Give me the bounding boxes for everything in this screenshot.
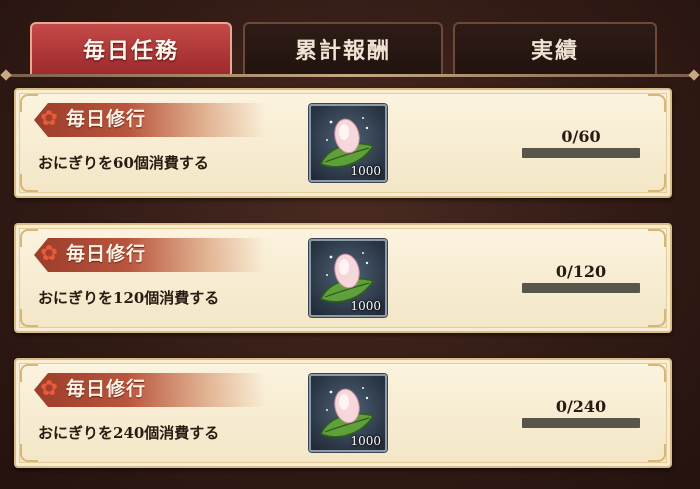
reward-item-slot[interactable]: 1000	[309, 239, 387, 317]
mission-card: ✿ 毎日修行 おにぎりを240個消費する 1000 0/240	[14, 358, 672, 468]
flower-icon: ✿	[40, 241, 58, 265]
flower-icon: ✿	[40, 106, 58, 130]
tab-achievements[interactable]: 実績	[453, 22, 657, 74]
mission-description: おにぎりを240個消費する	[38, 424, 220, 442]
mission-category-title: 毎日修行	[66, 243, 147, 265]
mission-description: おにぎりを120個消費する	[38, 289, 220, 307]
corner-ornament	[648, 364, 666, 382]
corner-ornament	[648, 174, 666, 192]
progress-bar	[522, 418, 640, 428]
progress-text: 0/120	[555, 262, 607, 281]
tab-cumulative-rewards[interactable]: 累計報酬	[243, 22, 443, 74]
mission-card: ✿ 毎日修行 おにぎりを120個消費する 1000 0/120	[14, 223, 672, 333]
mission-card: ✿ 毎日修行 おにぎりを60個消費する 1000 0/60	[14, 88, 672, 198]
reward-quantity: 1000	[350, 164, 381, 178]
corner-ornament	[20, 364, 38, 382]
reward-item-slot[interactable]: 1000	[309, 374, 387, 452]
corner-ornament	[648, 229, 666, 247]
reward-quantity: 1000	[350, 434, 381, 448]
corner-ornament	[20, 94, 38, 112]
mission-description: おにぎりを60個消費する	[38, 154, 209, 172]
corner-ornament	[20, 229, 38, 247]
corner-ornament	[648, 444, 666, 462]
progress-text: 0/240	[555, 397, 607, 416]
progress-text: 0/60	[561, 127, 601, 146]
tab-divider	[6, 74, 694, 77]
tab-daily-missions[interactable]: 毎日任務	[30, 22, 232, 74]
reward-quantity: 1000	[350, 299, 381, 313]
mission-category-title: 毎日修行	[66, 378, 147, 400]
progress-bar	[522, 283, 640, 293]
mission-category-title: 毎日修行	[66, 108, 147, 130]
corner-ornament	[648, 94, 666, 112]
corner-ornament	[20, 309, 38, 327]
corner-ornament	[20, 444, 38, 462]
flower-icon: ✿	[40, 376, 58, 400]
progress-bar	[522, 148, 640, 158]
reward-item-slot[interactable]: 1000	[309, 104, 387, 182]
corner-ornament	[20, 174, 38, 192]
corner-ornament	[648, 309, 666, 327]
tab-bar: 毎日任務 累計報酬 実績	[0, 0, 700, 80]
